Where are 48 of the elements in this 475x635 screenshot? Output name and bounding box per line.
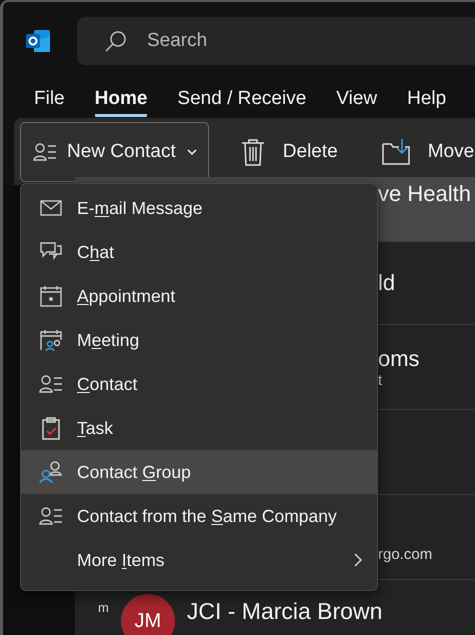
- calendar-person-icon: [39, 328, 63, 352]
- delete-button[interactable]: Delete: [220, 126, 350, 178]
- clipboard-check-icon: [39, 416, 63, 440]
- move-button[interactable]: Move: [362, 126, 475, 178]
- button-label: Delete: [282, 140, 338, 162]
- message-sender: ld: [378, 270, 396, 296]
- menu-item[interactable]: Appointment: [21, 274, 377, 318]
- menu-item[interactable]: Contact from the Same Company: [21, 494, 377, 538]
- menu-item[interactable]: Contact Group: [21, 450, 377, 494]
- menu-item-label: E-mail Message: [77, 198, 202, 218]
- menu-item[interactable]: E-mail Message: [21, 186, 377, 230]
- chevron-right-icon: [353, 552, 363, 568]
- message-sender: oms: [378, 346, 421, 372]
- search-field[interactable]: Search: [145, 29, 345, 53]
- menu-item-label: Task: [77, 418, 113, 438]
- ribbon-tab[interactable]: Send / Receive: [177, 82, 306, 116]
- ribbon-tab[interactable]: View: [336, 82, 378, 116]
- menu-item-label: More Items: [77, 550, 165, 570]
- app-logo-icon[interactable]: [25, 28, 51, 54]
- menu-item[interactable]: Task: [21, 406, 377, 450]
- menu-item[interactable]: Contact: [21, 362, 377, 406]
- search-icon: [105, 30, 127, 52]
- ribbon-tab[interactable]: File: [34, 82, 65, 116]
- menu-item-label: Contact from the Same Company: [77, 506, 337, 526]
- message-date: m: [98, 600, 109, 615]
- avatar: JM: [120, 594, 175, 635]
- calendar-icon: [39, 284, 63, 308]
- message-preview: t: [378, 372, 384, 388]
- button-label: New Contact: [67, 140, 176, 162]
- button-label: Move: [428, 140, 474, 162]
- contact-name: JCI - Marcia Brown: [186, 598, 382, 625]
- ribbon-tab[interactable]: Help: [407, 82, 446, 116]
- menu-item-label: Appointment: [77, 286, 176, 306]
- trash-icon: [240, 138, 265, 166]
- folder-arrow-icon: [382, 138, 410, 166]
- search-bar[interactable]: Search: [77, 17, 475, 65]
- message-sender: ve Health: [378, 181, 472, 207]
- caret-icon: [186, 148, 198, 156]
- menu-item-label: Chat: [77, 242, 114, 262]
- message-preview: rgo.com: [378, 546, 434, 563]
- menu-item[interactable]: More Items: [21, 538, 377, 582]
- menu-item-label: Contact Group: [77, 462, 191, 482]
- people-icon: [39, 460, 63, 484]
- menu-item[interactable]: Meeting: [21, 318, 377, 362]
- menu-item-label: Contact: [77, 374, 138, 394]
- new-contact-button[interactable]: New Contact: [20, 122, 209, 182]
- menu-item-label: Meeting: [77, 330, 140, 350]
- menu-item[interactable]: Chat: [21, 230, 377, 274]
